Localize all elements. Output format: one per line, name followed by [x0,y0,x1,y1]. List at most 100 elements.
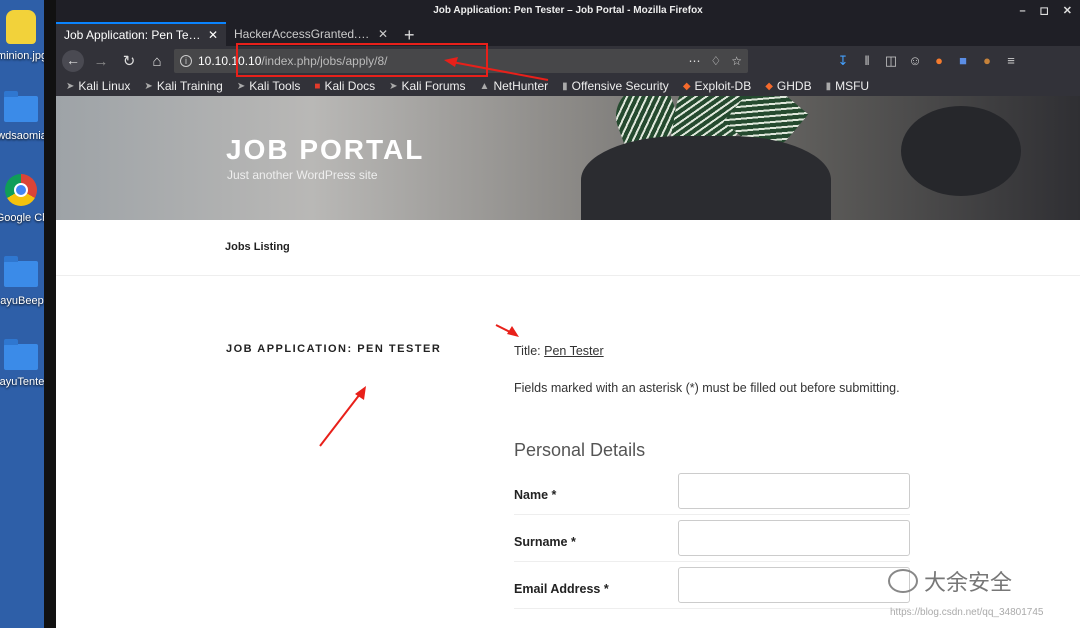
url-text[interactable]: 10.10.10.10/index.php/jobs/apply/8/ [198,54,678,68]
watermark-text: 大余安全 [924,570,1013,595]
bookmark-label: Offensive Security [571,79,669,93]
msfu-icon: ▮ [825,80,832,92]
header-image: JOB PORTAL Just another WordPress site [56,96,1080,220]
entry-title: JOB APPLICATION: PEN TESTER [226,343,442,355]
site-tagline: Just another WordPress site [227,168,378,182]
bookmark-kali-forums[interactable]: ➤ Kali Forums [389,79,465,93]
folder-icon [4,256,38,287]
window-titlebar: Job Application: Pen Tester – Job Portal… [56,0,1080,22]
bookmark-kali-docs[interactable]: ■ Kali Docs [314,79,375,93]
bookmark-kali-tools[interactable]: ➤ Kali Tools [237,79,301,93]
bookmark-label: Kali Forums [401,79,466,93]
forward-icon[interactable]: → [90,53,112,70]
exploitdb-icon: ◆ [682,80,691,92]
extension-proxy-icon[interactable]: ■ [956,53,970,69]
extension-fox-icon[interactable]: ● [932,53,946,69]
url-path: /index.php/jobs/apply/8/ [261,54,388,68]
chrome-icon [5,174,37,206]
kali-icon: ➤ [236,80,246,92]
ghdb-icon: ◆ [765,80,773,92]
job-title-line: Title: Pen Tester [514,344,604,358]
url-bar[interactable]: i 10.10.10.10/index.php/jobs/apply/8/ ⋯ … [174,49,748,73]
bookmark-msfu[interactable]: ▮ MSFU [826,79,870,93]
home-icon[interactable]: ⌂ [146,53,168,70]
kali-icon: ➤ [144,80,153,92]
offsec-icon: ▮ [562,80,568,92]
back-icon[interactable]: ← [62,50,84,72]
folder-icon [4,339,38,370]
site-navigation: Jobs Listing [56,220,1080,276]
tab-title: Job Application: Pen Tester – [64,28,202,42]
extension-cookie-icon[interactable]: ● [980,53,994,69]
web-page: JOB PORTAL Just another WordPress site J… [56,96,1080,628]
nav-jobs-listing[interactable]: Jobs Listing [225,241,290,253]
tab-title: HackerAccessGranted.jpg (J [234,27,372,41]
close-window-icon[interactable]: ✕ [1063,0,1072,22]
bookmark-star-icon[interactable]: ☆ [731,54,742,68]
surname-field[interactable] [678,520,910,556]
field-label: Surname * [514,535,576,549]
watermark-url: https://blog.csdn.net/qq_34801745 [890,607,1044,618]
kali-icon: ➤ [66,80,75,92]
bookmark-label: Kali Tools [249,79,301,93]
bookmark-exploit-db[interactable]: ◆ Exploit-DB [683,79,751,93]
desktop-icon-label: ayuBeep [0,295,44,307]
bookmark-kali-training[interactable]: ➤ Kali Training [144,79,222,93]
nethunter-icon: ▲ [479,80,490,92]
firefox-window: Job Application: Pen Tester – Job Portal… [56,0,1080,628]
desktop-icon-label: Google Ch [0,212,44,224]
desktop: minion.jpg wdsaomia Google Ch ayuBeep ay… [0,0,44,628]
maximize-icon[interactable]: ◻ [1040,0,1049,22]
bookmark-label: GHDB [776,79,812,93]
window-title: Job Application: Pen Tester – Job Portal… [433,5,703,16]
minimize-icon[interactable]: – [1020,0,1026,22]
job-title-link[interactable]: Pen Tester [544,344,604,358]
bookmark-label: Kali Training [156,79,223,93]
kali-docs-icon: ■ [314,80,321,92]
job-title-label: Title: [514,344,541,358]
form-row-surname: Surname * [514,515,910,562]
section-heading: Personal Details [514,440,646,460]
field-label: Email Address * [514,582,609,596]
bookmark-label: Kali Docs [324,79,376,93]
desktop-icon-label: minion.jpg [0,50,44,62]
page-actions-icon[interactable]: ⋯ [688,54,700,68]
bookmark-kali-linux[interactable]: ➤ Kali Linux [66,79,130,93]
site-info-icon[interactable]: i [180,55,192,67]
folder-icon [4,91,38,122]
bookmark-label: Exploit-DB [694,79,752,93]
new-tab-icon[interactable]: + [396,24,423,46]
email-field[interactable] [678,567,910,603]
library-icon[interactable]: ‖ [860,53,874,69]
form-row-email: Email Address * [514,562,910,609]
desktop-icon-label: ayuTente [0,376,44,388]
bookmark-label: NetHunter [493,79,549,93]
bookmark-ghdb[interactable]: ◆ GHDB [765,79,811,93]
account-icon[interactable]: ☺ [908,53,922,69]
navigation-toolbar: ← → ↻ ⌂ i 10.10.10.10/index.php/jobs/app… [56,46,1080,76]
reload-icon[interactable]: ↻ [118,52,140,70]
site-title[interactable]: JOB PORTAL [226,134,424,166]
bookmark-offensive-security[interactable]: ▮ Offensive Security [562,79,669,93]
close-tab-icon[interactable]: ✕ [378,27,388,41]
kali-icon: ➤ [389,80,398,92]
pocket-icon[interactable]: ♢ [710,54,721,68]
url-host: 10.10.10.10 [198,54,262,68]
minion-image-icon [6,10,36,44]
header-image-pot [901,106,1021,196]
watermark: 大余安全 [888,565,1012,597]
field-label: Name * [514,488,557,502]
bookmark-label: Kali Linux [78,79,131,93]
tab-job-application[interactable]: Job Application: Pen Tester – ✕ [56,22,226,46]
bookmark-nethunter[interactable]: ▲ NetHunter [480,79,549,93]
tab-hacker-image[interactable]: HackerAccessGranted.jpg (J ✕ [226,22,396,46]
tab-bar: Job Application: Pen Tester – ✕ HackerAc… [56,22,1080,46]
name-field[interactable] [678,473,910,509]
menu-icon[interactable]: ≡ [1004,53,1018,69]
wechat-icon [888,569,918,593]
close-tab-icon[interactable]: ✕ [208,28,218,42]
downloads-icon[interactable]: ↧ [836,53,850,69]
bookmarks-toolbar: ➤ Kali Linux ➤ Kali Training ➤ Kali Tools ■… [56,76,1080,96]
sidebar-icon[interactable]: ◫ [884,53,898,69]
bookmark-label: MSFU [835,79,870,93]
